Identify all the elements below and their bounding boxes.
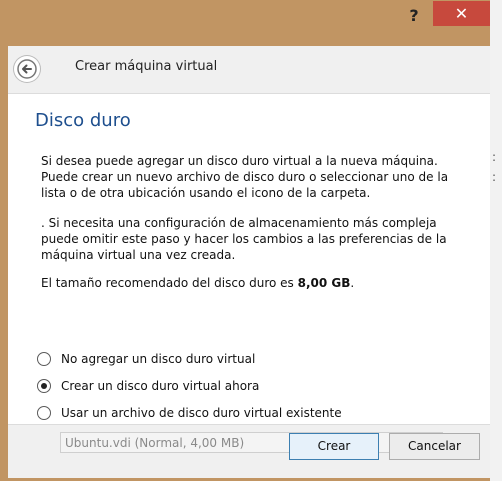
help-button[interactable]: ? xyxy=(402,6,426,26)
description-paragraph: Si desea puede agregar un disco duro vir… xyxy=(41,154,449,200)
background-window-edge: : : xyxy=(490,0,502,481)
close-button[interactable]: ✕ xyxy=(433,1,490,26)
option-existing-disk-label: Usar un archivo de disco duro virtual ex… xyxy=(61,406,342,420)
radio-create-disk[interactable] xyxy=(37,379,51,393)
advanced-note-paragraph: . Si necesita una configuración de almac… xyxy=(41,216,447,262)
option-create-disk-label: Crear un disco duro virtual ahora xyxy=(61,379,260,393)
window-titlebar: ? ✕ xyxy=(0,0,502,34)
wizard-page: Disco duro Si desea puede agregar un dis… xyxy=(8,93,490,453)
page-title: Disco duro xyxy=(35,110,131,131)
radio-existing-disk[interactable] xyxy=(37,406,51,420)
existing-disk-select-value: Ubuntu.vdi (Normal, 4,00 MB) xyxy=(65,436,245,450)
dialog-title: Crear máquina virtual xyxy=(75,59,218,74)
radio-no-disk[interactable] xyxy=(37,352,51,366)
create-vm-dialog: Crear máquina virtual Disco duro Si dese… xyxy=(8,46,490,478)
back-button[interactable] xyxy=(14,56,40,82)
recommended-size-paragraph: El tamaño recomendado del disco duro es … xyxy=(41,276,355,290)
recommended-size-value: 8,00 GB xyxy=(297,276,351,290)
create-button[interactable]: Crear xyxy=(289,433,379,460)
option-no-disk-label: No agregar un disco duro virtual xyxy=(61,352,256,366)
cancel-button[interactable]: Cancelar xyxy=(389,433,480,460)
back-arrow-icon xyxy=(17,59,37,79)
existing-disk-select[interactable]: Ubuntu.vdi (Normal, 4,00 MB) ▼ xyxy=(60,432,443,453)
